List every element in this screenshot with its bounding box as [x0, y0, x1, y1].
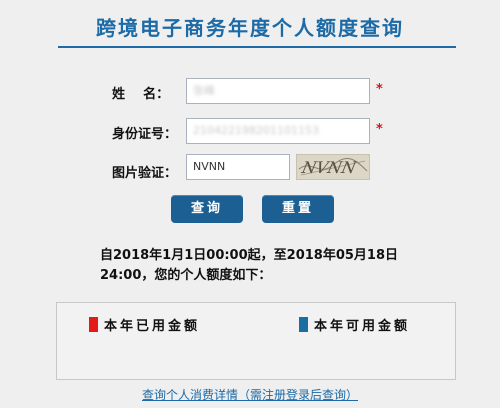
name-required-mark: *	[376, 82, 383, 97]
name-label: 姓 名：	[112, 87, 170, 102]
captcha-field[interactable]: NVNN	[186, 154, 290, 180]
captcha-value: NVNN	[193, 160, 226, 173]
query-button[interactable]: 查询	[171, 195, 243, 223]
quota-period-note: 自2018年1月1日00:00起，至2018年05月18日24:00，您的个人额…	[100, 248, 399, 283]
name-field[interactable]: 张峰	[186, 78, 370, 104]
captcha-image[interactable]: NVNN	[296, 154, 370, 180]
used-amount-label: 本年已用金额	[104, 319, 201, 334]
id-number-value: 210422198201101153	[193, 124, 319, 137]
reset-button[interactable]: 重置	[262, 195, 334, 223]
id-number-field[interactable]: 210422198201101153	[186, 118, 370, 144]
available-amount-label: 本年可用金额	[314, 319, 411, 334]
id-number-required-mark: *	[376, 122, 383, 137]
page-title: 跨境电子商务年度个人额度查询	[96, 16, 404, 40]
quota-panel: 本年已用金额 本年可用金额	[56, 302, 456, 380]
id-number-label: 身份证号：	[112, 127, 178, 142]
captcha-label: 图片验证：	[112, 166, 178, 181]
captcha-image-art: NVNN	[298, 157, 368, 177]
captcha-image-text: NVNN	[299, 158, 358, 177]
consumption-details-link[interactable]: 查询个人消费详情（需注册登录后查询）	[0, 386, 500, 403]
used-amount-legend: 本年已用金额	[89, 315, 200, 334]
title-divider	[58, 46, 456, 48]
name-value: 张峰	[193, 84, 215, 97]
used-amount-swatch	[89, 317, 98, 332]
available-amount-swatch	[299, 317, 308, 332]
available-amount-legend: 本年可用金额	[299, 315, 410, 334]
